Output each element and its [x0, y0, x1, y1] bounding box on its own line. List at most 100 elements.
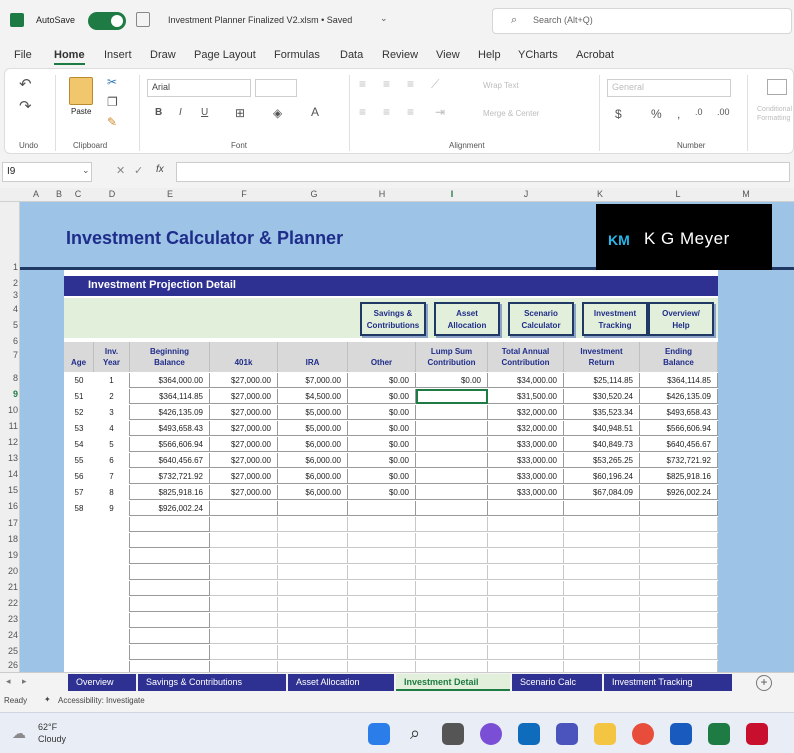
table-cell[interactable] [416, 581, 488, 596]
next-sheet-icon[interactable]: ▸ [22, 676, 27, 687]
table-cell[interactable] [488, 501, 564, 516]
overview-help-button[interactable]: Overview/Help [648, 302, 714, 336]
row-header[interactable]: 3 [0, 290, 18, 300]
table-cell[interactable]: $32,000.00 [488, 421, 564, 436]
table-cell[interactable] [210, 517, 278, 532]
table-cell[interactable]: $0.00 [348, 469, 416, 484]
table-cell[interactable] [94, 549, 130, 564]
table-cell[interactable]: $31,500.00 [488, 389, 564, 404]
table-cell[interactable] [278, 613, 348, 628]
merge-center-button[interactable]: Merge & Center [483, 109, 539, 118]
table-cell[interactable] [130, 549, 210, 564]
table-cell[interactable] [640, 565, 718, 580]
tab-scenario-calc[interactable]: Scenario Calc [512, 674, 602, 691]
col-header-b[interactable]: B [52, 189, 66, 199]
menu-insert[interactable]: Insert [104, 49, 132, 61]
table-cell[interactable] [348, 581, 416, 596]
row-header[interactable]: 22 [0, 598, 18, 608]
table-cell[interactable]: $33,000.00 [488, 437, 564, 452]
table-cell[interactable]: $364,114.85 [130, 389, 210, 404]
table-cell[interactable]: $825,918.16 [640, 469, 718, 484]
table-cell[interactable] [64, 645, 94, 660]
table-cell[interactable]: 51 [64, 389, 94, 404]
table-cell[interactable] [564, 501, 640, 516]
col-header-d[interactable]: D [104, 189, 120, 199]
search-icon[interactable]: ⌕ [404, 723, 426, 745]
font-color-icon[interactable]: A [311, 105, 319, 119]
table-cell[interactable] [416, 517, 488, 532]
add-sheet-button[interactable]: + [756, 675, 772, 691]
table-cell[interactable]: 7 [94, 469, 130, 484]
menu-home[interactable]: Home [54, 49, 85, 65]
table-cell[interactable]: $25,114.85 [564, 373, 640, 388]
decrease-decimal-icon[interactable]: .00 [717, 107, 730, 117]
table-cell[interactable]: $27,000.00 [210, 405, 278, 420]
row-header[interactable]: 25 [0, 646, 18, 656]
percent-icon[interactable]: % [651, 107, 662, 121]
table-cell[interactable]: 53 [64, 421, 94, 436]
table-cell[interactable] [130, 597, 210, 612]
row-header[interactable]: 16 [0, 501, 18, 511]
table-cell[interactable] [278, 661, 348, 672]
investment-tracking-button[interactable]: Investment Tracking [582, 302, 648, 336]
paste-label[interactable]: Paste [71, 107, 91, 116]
tab-savings-contributions[interactable]: Savings & Contributions [138, 674, 286, 691]
menu-formulas[interactable]: Formulas [274, 49, 320, 61]
table-cell[interactable]: $60,196.24 [564, 469, 640, 484]
table-cell[interactable]: $640,456.67 [130, 453, 210, 468]
table-cell[interactable] [488, 629, 564, 644]
table-cell[interactable] [278, 533, 348, 548]
row-header[interactable]: 4 [0, 304, 18, 314]
orientation-icon[interactable]: ⟋ [431, 77, 439, 92]
table-cell[interactable] [564, 613, 640, 628]
search-box[interactable]: ⌕ Search (Alt+Q) [492, 8, 792, 34]
table-cell[interactable] [416, 629, 488, 644]
table-cell[interactable] [348, 549, 416, 564]
align-bottom-icon[interactable]: ≡ [407, 77, 414, 91]
table-cell[interactable]: $364,000.00 [130, 373, 210, 388]
table-cell[interactable] [416, 549, 488, 564]
row-header[interactable]: 1 [0, 262, 18, 272]
table-cell[interactable]: 8 [94, 485, 130, 500]
table-cell[interactable]: $825,918.16 [130, 485, 210, 500]
table-cell[interactable]: $35,523.34 [564, 405, 640, 420]
currency-icon[interactable]: $ [615, 107, 622, 121]
table-cell[interactable] [94, 597, 130, 612]
row-header[interactable]: 18 [0, 534, 18, 544]
table-cell[interactable]: $33,000.00 [488, 453, 564, 468]
col-header-j[interactable]: J [518, 189, 534, 199]
table-cell[interactable] [210, 597, 278, 612]
table-cell[interactable] [210, 629, 278, 644]
save-icon[interactable] [136, 12, 150, 27]
table-cell[interactable]: $732,721.92 [640, 453, 718, 468]
table-cell[interactable] [416, 501, 488, 516]
table-cell[interactable]: $30,520.24 [564, 389, 640, 404]
table-cell[interactable] [348, 629, 416, 644]
table-cell[interactable] [278, 597, 348, 612]
table-cell[interactable] [640, 613, 718, 628]
table-cell[interactable] [278, 645, 348, 660]
formula-input[interactable] [176, 162, 790, 182]
menu-data[interactable]: Data [340, 49, 363, 61]
table-cell[interactable] [416, 565, 488, 580]
table-cell[interactable]: 3 [94, 405, 130, 420]
align-left-icon[interactable]: ≡ [359, 105, 366, 119]
table-cell[interactable]: 57 [64, 485, 94, 500]
table-cell[interactable] [640, 629, 718, 644]
menu-ycharts[interactable]: YCharts [518, 49, 558, 61]
table-cell[interactable]: $426,135.09 [640, 389, 718, 404]
table-cell[interactable] [416, 613, 488, 628]
table-cell[interactable]: $0.00 [348, 373, 416, 388]
row-header[interactable]: 9 [0, 389, 18, 399]
table-cell[interactable] [640, 549, 718, 564]
font-size-select[interactable] [255, 79, 297, 97]
row-header[interactable]: 6 [0, 336, 18, 346]
acrobat-icon[interactable] [746, 723, 768, 745]
table-cell[interactable]: $0.00 [348, 389, 416, 404]
row-header[interactable]: 19 [0, 550, 18, 560]
table-cell[interactable]: $364,114.85 [640, 373, 718, 388]
table-cell[interactable] [416, 645, 488, 660]
table-cell[interactable] [64, 517, 94, 532]
col-header-h[interactable]: H [374, 189, 390, 199]
table-cell[interactable] [278, 549, 348, 564]
